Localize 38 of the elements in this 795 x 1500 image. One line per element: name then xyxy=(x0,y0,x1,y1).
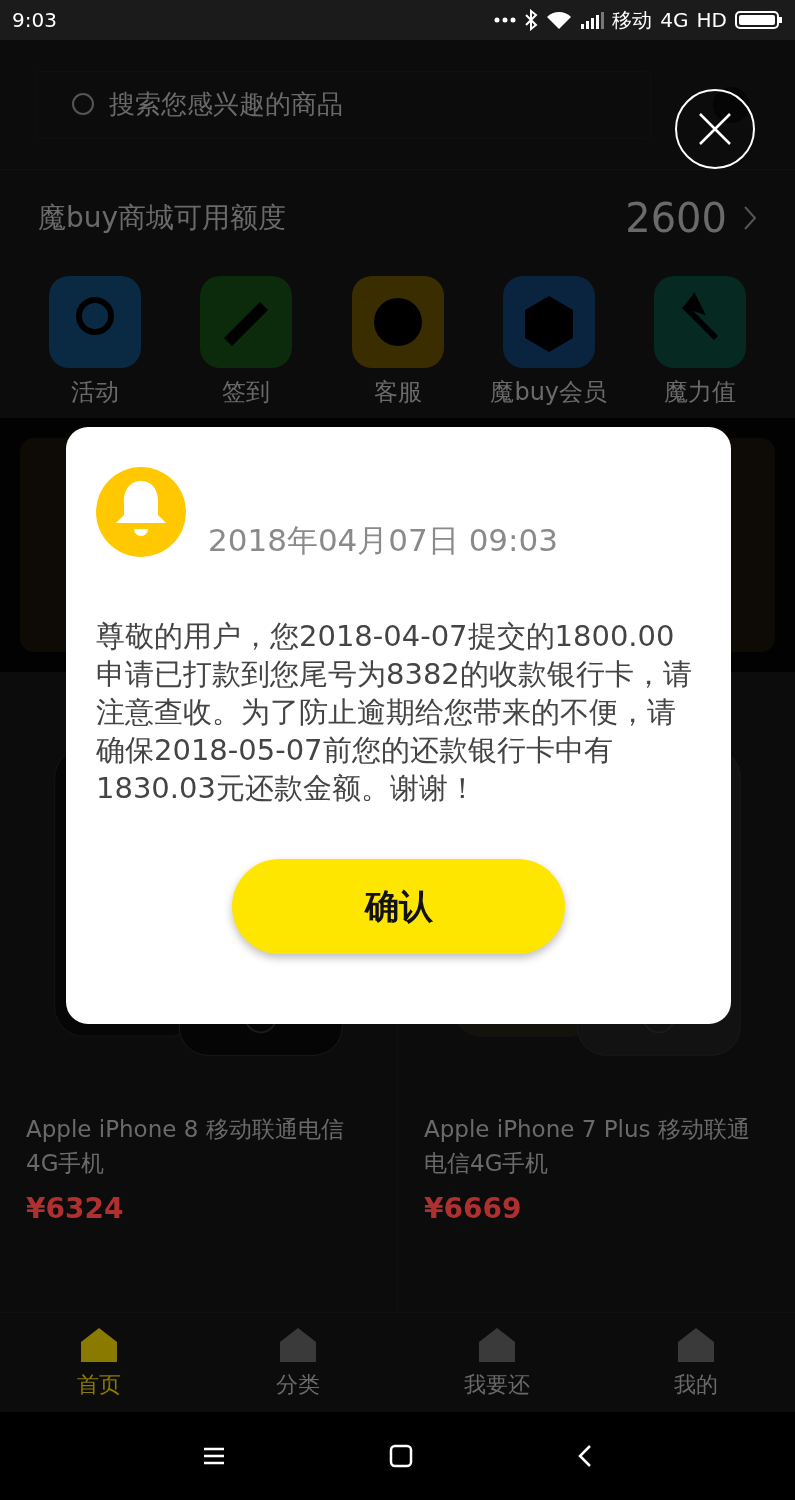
message-icon[interactable] xyxy=(711,84,751,125)
shortcut-label: 魔力值 xyxy=(664,377,736,408)
home-icon[interactable] xyxy=(389,1444,414,1468)
tab-item[interactable]: 首页 xyxy=(0,1313,199,1412)
more-icon xyxy=(494,17,517,23)
search-field[interactable]: 搜索您感兴趣的商品 xyxy=(36,70,651,139)
shortcut-label: 客服 xyxy=(373,377,422,408)
credit-label: 魔buy商城可用额度 xyxy=(38,200,287,236)
bluetooth-icon xyxy=(524,9,539,31)
product-price: ¥6324 xyxy=(26,1191,125,1227)
dialog-date: 2018年04月07日 09:03 xyxy=(208,520,558,560)
menu-icon[interactable] xyxy=(201,1446,226,1466)
credit-row[interactable]: 魔buy商城可用额度 2600 xyxy=(0,170,795,266)
signal-icon xyxy=(580,11,605,29)
shortcut-label: 签到 xyxy=(222,377,271,408)
wifi-icon xyxy=(546,10,573,30)
network-label: 4G xyxy=(660,7,689,34)
status-time: 9:03 xyxy=(12,7,57,34)
close-button[interactable] xyxy=(675,89,755,169)
search-icon xyxy=(71,91,97,118)
dialog-message: 尊敬的用户，您2018-04-07提交的1800.00申请已打款到您尾号为8382的收款银行卡，请注意查收。为了防止逾期给您带来的不便，请确保2018-05-07前您的还款银行卡中有1830.03元还款金额。谢谢！ xyxy=(96,618,693,807)
credit-amount: 2600 xyxy=(625,194,727,243)
chevron-right-icon xyxy=(743,205,757,231)
close-icon xyxy=(698,112,732,146)
shortcut-label: 魔buy会员 xyxy=(490,377,608,408)
tab-item[interactable]: 分类 xyxy=(198,1313,398,1412)
tab-item[interactable]: 我要还 xyxy=(397,1313,597,1412)
confirm-button[interactable]: 确认 xyxy=(232,859,565,954)
back-icon[interactable] xyxy=(577,1444,594,1468)
carrier-label: 移动 xyxy=(612,7,653,34)
product-price: ¥6669 xyxy=(424,1191,523,1227)
shortcut-label: 活动 xyxy=(71,377,119,408)
product-title[interactable]: Apple iPhone 8 移动联通电信4G手机 xyxy=(26,1112,371,1180)
battery-icon xyxy=(735,10,783,30)
hd-label: HD xyxy=(696,7,727,34)
bell-icon xyxy=(96,467,186,557)
tab-item[interactable]: 我的 xyxy=(596,1313,795,1412)
product-title[interactable]: Apple iPhone 7 Plus 移动联通电信4G手机 xyxy=(424,1112,769,1180)
